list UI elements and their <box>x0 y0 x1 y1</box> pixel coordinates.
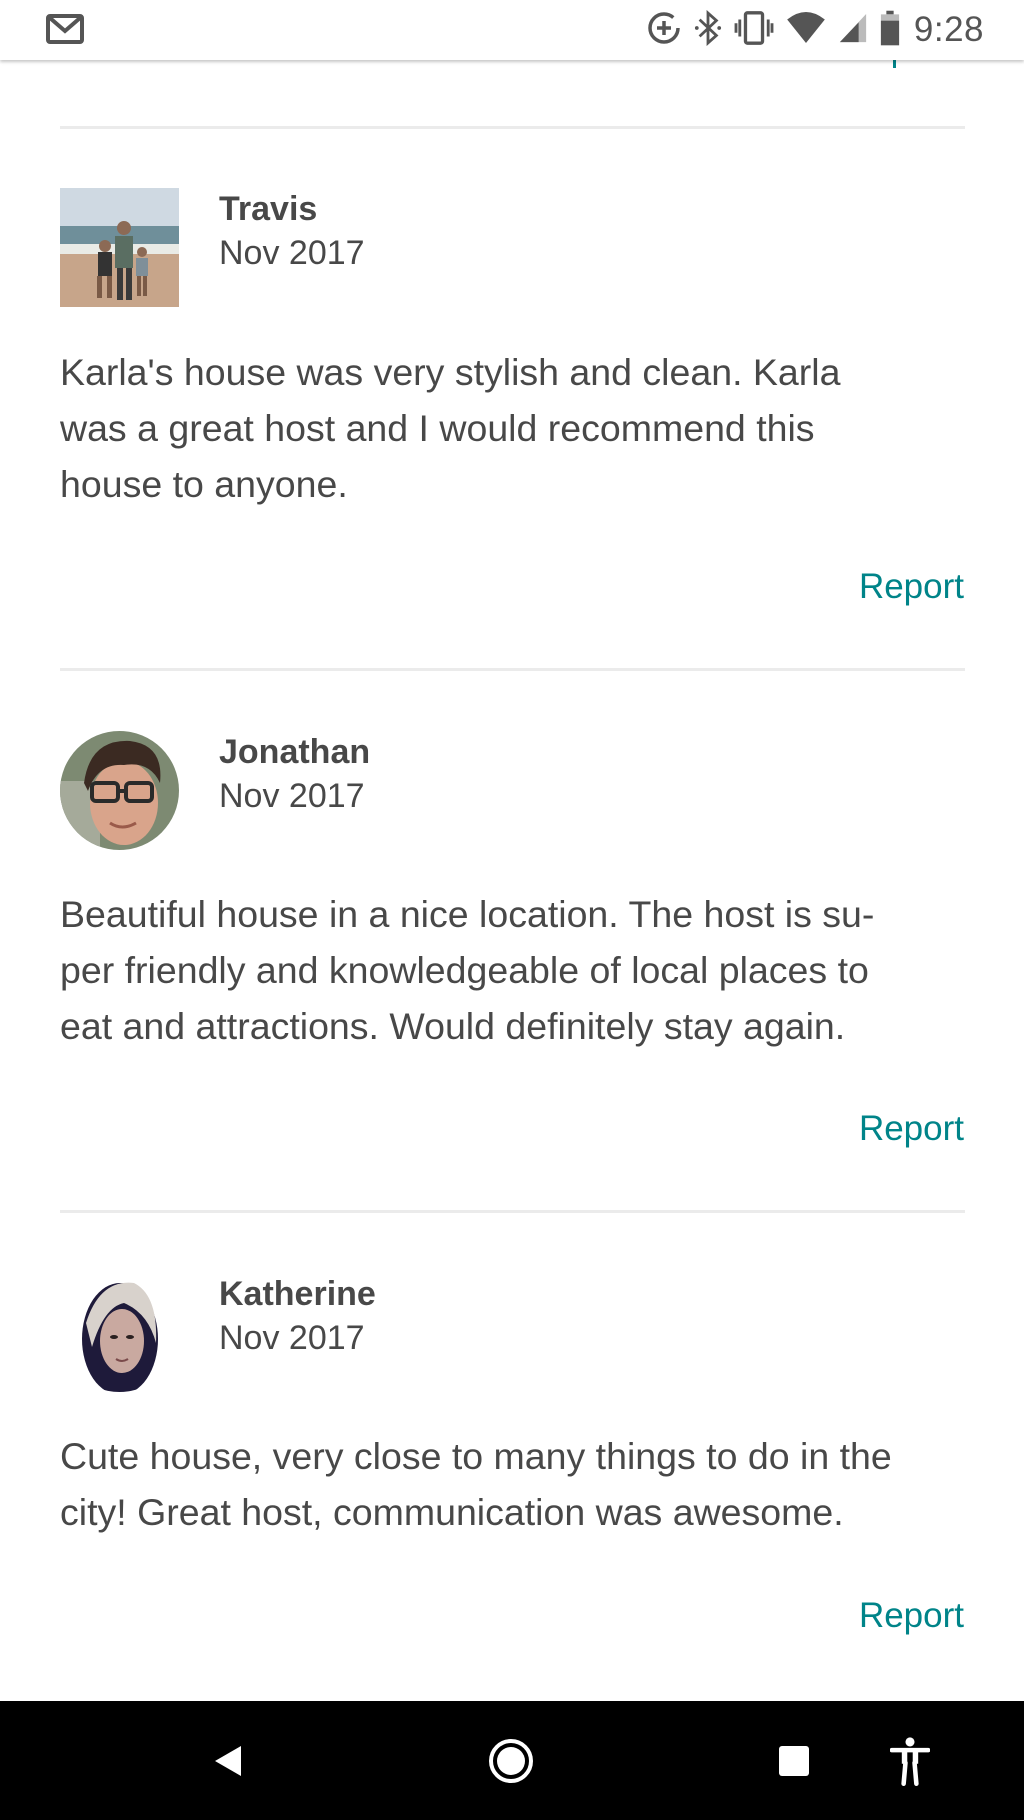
accessibility-icon[interactable] <box>860 1701 960 1820</box>
report-link[interactable]: Report <box>859 1596 964 1636</box>
avatar-jonathan <box>60 731 179 850</box>
data-saver-icon <box>646 10 682 51</box>
review-text: Beautiful house in a nice location. The … <box>60 893 875 1047</box>
divider <box>60 668 965 671</box>
reviewer-name: Travis <box>219 190 318 228</box>
recents-icon[interactable] <box>744 1701 844 1820</box>
signal-icon <box>838 12 868 49</box>
gmail-icon <box>46 14 84 44</box>
navigation-bar <box>0 1701 1024 1820</box>
previous-report-link-fragment <box>893 60 896 68</box>
reviewer-name: Katherine <box>219 1275 376 1313</box>
status-time: 9:28 <box>913 10 984 49</box>
status-icons: 9:28 <box>634 8 984 52</box>
back-icon[interactable] <box>178 1701 278 1820</box>
bluetooth-icon <box>694 9 722 51</box>
reviewer-name: Jonathan <box>219 733 371 771</box>
avatar-travis <box>60 188 179 307</box>
report-link[interactable]: Report <box>859 1109 964 1149</box>
home-icon[interactable] <box>461 1701 561 1820</box>
divider <box>60 1210 965 1213</box>
review-date: Nov 2017 <box>219 1319 365 1357</box>
review-text: Karla's house was very stylish and clean… <box>60 351 841 505</box>
vibrate-icon <box>734 10 774 51</box>
review-text: Cute house, very close to many things to… <box>60 1435 892 1533</box>
battery-icon <box>880 9 900 52</box>
avatar-katherine <box>60 1273 179 1392</box>
review-date: Nov 2017 <box>219 234 365 272</box>
report-link[interactable]: Report <box>859 567 964 607</box>
divider <box>60 126 965 129</box>
review-date: Nov 2017 <box>219 777 365 815</box>
wifi-icon <box>786 11 826 49</box>
status-bar: 9:28 <box>0 0 1024 60</box>
